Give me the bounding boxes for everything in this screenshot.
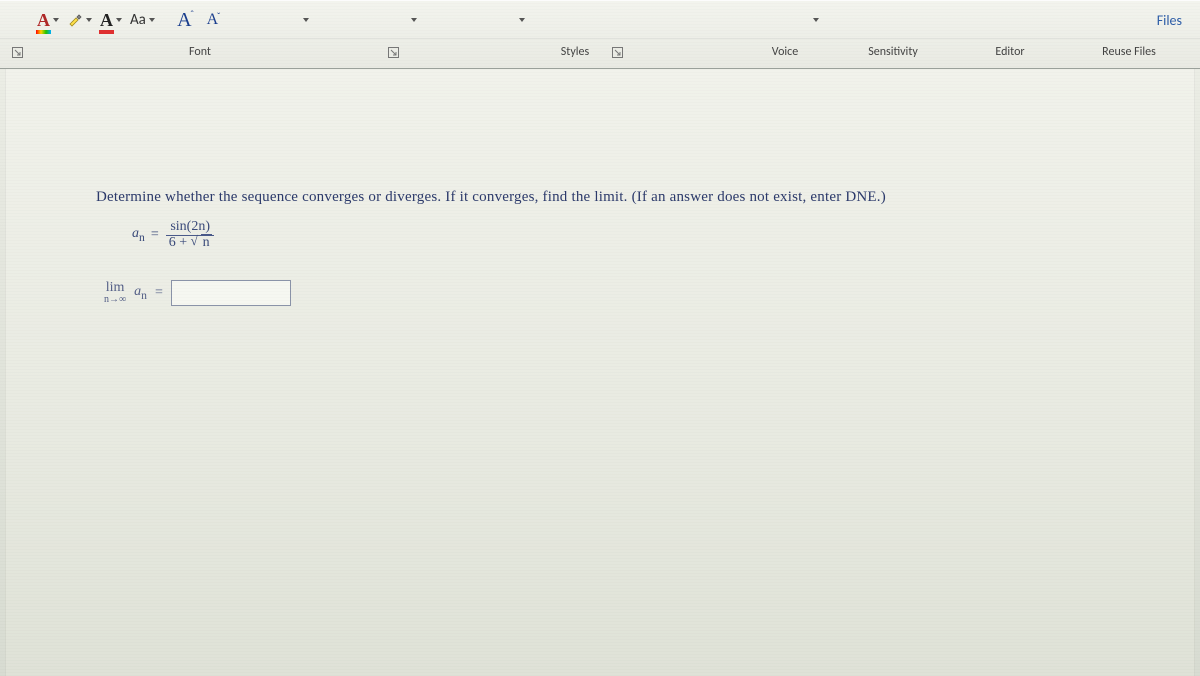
font-color-button[interactable]: A	[34, 6, 62, 34]
highlighter-icon	[67, 12, 83, 28]
chevron-down-icon	[53, 18, 59, 22]
chevron-down-icon	[411, 18, 417, 22]
chevron-down-icon	[519, 18, 525, 22]
sqrt: n	[191, 235, 212, 250]
chevron-down-icon	[86, 18, 92, 22]
group-label-voice: Voice	[755, 45, 815, 59]
group-label-sensitivity: Sensitivity	[848, 45, 938, 59]
shrink-font-button[interactable]: Aˇ	[200, 6, 226, 34]
ribbon-group-labels: Font Styles Voice Sensitivity Editor Reu…	[0, 38, 1200, 68]
change-case-icon: Aa	[130, 11, 146, 29]
styles-dialog-launcher[interactable]	[610, 45, 624, 59]
question-text: Determine whether the sequence converges…	[96, 189, 1174, 206]
font-color-a-icon: A	[37, 10, 50, 31]
chevron-down-icon	[813, 18, 819, 22]
highlight-button[interactable]	[64, 6, 95, 34]
answer-input[interactable]	[171, 280, 291, 306]
sequence-formula: an = sin(2n) 6 + n	[132, 220, 1174, 250]
ribbon-toolbar: A A Aa Aˆ Aˇ	[0, 0, 1200, 38]
ribbon: A A Aa Aˆ Aˇ	[0, 0, 1200, 69]
clear-formatting-button[interactable]	[6, 6, 32, 34]
page: Determine whether the sequence converges…	[5, 69, 1195, 676]
reuse-files-label-top: Files	[1157, 12, 1182, 29]
change-case-button[interactable]: Aa	[127, 6, 158, 34]
text-color-a-icon: A	[100, 10, 113, 31]
limit-expression: lim n→∞ an =	[104, 280, 1174, 306]
equals-sign: =	[151, 227, 159, 243]
style-dropdown-1[interactable]	[286, 10, 326, 30]
lim-symbol: lim n→∞	[104, 281, 126, 305]
fraction: sin(2n) 6 + n	[165, 220, 216, 250]
grow-font-button[interactable]: Aˆ	[172, 6, 198, 34]
group-label-reuse-files: Reuse Files	[1074, 45, 1184, 59]
font-dialog-launcher-left[interactable]	[10, 45, 24, 59]
style-dropdown-4[interactable]	[796, 10, 836, 30]
chevron-down-icon	[149, 18, 155, 22]
text-color-button[interactable]: A	[97, 6, 125, 34]
style-dropdown-3[interactable]	[502, 10, 542, 30]
shrink-font-icon: Aˇ	[207, 11, 220, 29]
limit-equals: =	[155, 285, 163, 301]
group-label-font: Font	[160, 45, 240, 59]
formula-lhs: an	[132, 226, 145, 244]
chevron-down-icon	[116, 18, 122, 22]
style-dropdown-2[interactable]	[394, 10, 434, 30]
chevron-down-icon	[303, 18, 309, 22]
group-label-editor: Editor	[980, 45, 1040, 59]
document-area: Determine whether the sequence converges…	[0, 69, 1200, 676]
font-dialog-launcher[interactable]	[386, 45, 400, 59]
group-label-styles: Styles	[540, 45, 610, 59]
limit-var: an	[134, 284, 147, 302]
grow-font-icon: Aˆ	[177, 9, 192, 32]
fraction-denominator: 6 + n	[165, 236, 216, 251]
